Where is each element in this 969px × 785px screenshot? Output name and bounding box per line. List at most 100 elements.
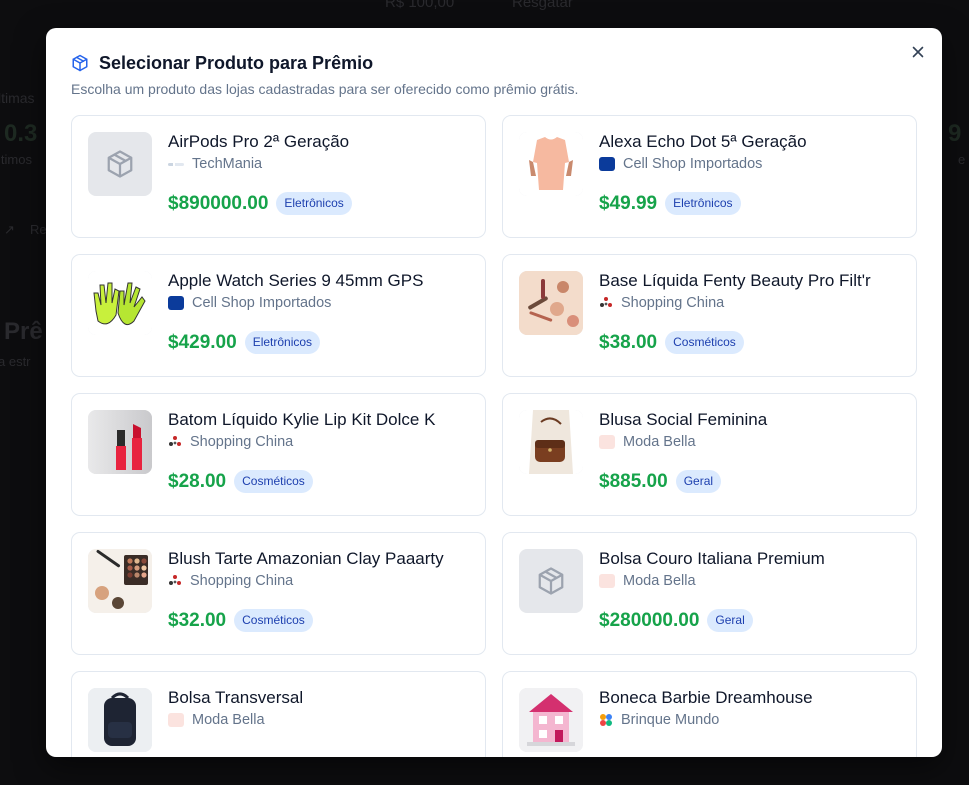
bg-left-caption: ltimos: [0, 152, 32, 167]
store-logo: [168, 574, 182, 588]
store-info: Shopping China: [168, 573, 293, 589]
close-icon: [912, 46, 924, 58]
store-info: Shopping China: [168, 434, 293, 450]
product-price: $32.00: [168, 609, 227, 631]
category-badge: Geral: [707, 609, 753, 632]
product-image: [519, 688, 583, 752]
store-info: Moda Bella: [168, 712, 265, 728]
bg-left-link: Re: [30, 222, 47, 237]
bg-left-label: ltimas: [0, 90, 35, 106]
store-info: Moda Bella: [599, 573, 696, 589]
product-name: Blusa Social Feminina: [599, 410, 768, 429]
category-badge: Eletrônicos: [665, 192, 741, 215]
product-card[interactable]: Batom Líquido Kylie Lip Kit Dolce K Shopp…: [71, 393, 486, 516]
product-price: $28.00: [168, 470, 227, 492]
product-image: [519, 410, 583, 474]
product-card[interactable]: Boneca Barbie Dreamhouse Brinque Mundo: [502, 671, 917, 757]
product-image: [88, 410, 152, 474]
store-name: TechMania: [192, 156, 263, 172]
product-name: Alexa Echo Dot 5ª Geração: [599, 132, 807, 151]
store-name: Shopping China: [190, 434, 294, 450]
product-card[interactable]: Bolsa Transversal Moda Bella: [71, 671, 486, 757]
store-name: Moda Bella: [623, 434, 696, 450]
bg-top-status: Resgatar: [512, 0, 573, 11]
price-row: $280000.00 Geral: [599, 609, 753, 632]
product-grid: AirPods Pro 2ª Geração TechMania $890000.0…: [71, 115, 917, 757]
dialog-header: Selecionar Produto para Prêmio Escolha u…: [71, 51, 917, 98]
category-badge: Cosméticos: [234, 609, 313, 632]
bg-trend-icon: ↗: [4, 222, 15, 237]
store-name: Shopping China: [190, 573, 294, 589]
category-badge: Eletrônicos: [276, 192, 352, 215]
category-badge: Cosméticos: [665, 331, 744, 354]
bg-left-sub: a estr: [0, 354, 31, 369]
bg-left-value: 0.3: [4, 120, 38, 147]
store-info: Shopping China: [599, 295, 724, 311]
store-logo: [168, 713, 184, 727]
store-name: Cell Shop Importados: [192, 295, 332, 311]
store-logo: [599, 574, 615, 588]
product-price: $885.00: [599, 470, 668, 492]
price-row: $890000.00 Eletrônicos: [168, 192, 352, 215]
price-row: $28.00 Cosméticos: [168, 470, 313, 493]
store-logo: [599, 713, 613, 727]
product-price: $280000.00: [599, 609, 700, 631]
product-image: [88, 271, 152, 335]
product-card[interactable]: Bolsa Couro Italiana Premium Moda Bella $2…: [502, 532, 917, 655]
store-logo: [599, 296, 613, 310]
store-logo: [168, 162, 184, 166]
product-price: $890000.00: [168, 192, 269, 214]
price-row: $32.00 Cosméticos: [168, 609, 313, 632]
store-name: Cell Shop Importados: [623, 156, 763, 172]
product-name: Batom Líquido Kylie Lip Kit Dolce K: [168, 410, 436, 429]
store-logo: [599, 435, 615, 449]
store-name: Brinque Mundo: [621, 712, 720, 728]
store-info: TechMania: [168, 156, 262, 172]
price-row: $38.00 Cosméticos: [599, 331, 744, 354]
product-image: [519, 132, 583, 196]
product-name: Apple Watch Series 9 45mm GPS: [168, 271, 424, 290]
store-name: Shopping China: [621, 295, 725, 311]
product-price: $429.00: [168, 331, 237, 353]
select-prize-dialog: Selecionar Produto para Prêmio Escolha u…: [46, 28, 942, 757]
store-info: Moda Bella: [599, 434, 696, 450]
package-icon: [88, 132, 152, 196]
category-badge: Geral: [675, 470, 722, 493]
store-info: Cell Shop Importados: [599, 156, 762, 172]
product-price: $49.99: [599, 192, 658, 214]
product-card[interactable]: Base Líquida Fenty Beauty Pro Filt'r Shop…: [502, 254, 917, 377]
store-logo: [599, 157, 615, 171]
bg-left-heading: Prê: [4, 318, 43, 345]
category-badge: Cosméticos: [234, 470, 313, 493]
store-name: Moda Bella: [623, 573, 696, 589]
bg-right-value: 9: [948, 120, 962, 147]
bg-right-caption: e: [958, 152, 966, 167]
close-button[interactable]: [908, 42, 928, 62]
product-name: Blush Tarte Amazonian Clay Paaarty: [168, 549, 444, 568]
product-image: [88, 688, 152, 752]
package-icon: [519, 549, 583, 613]
store-info: Brinque Mundo: [599, 712, 719, 728]
price-row: $429.00 Eletrônicos: [168, 331, 321, 354]
category-badge: Eletrônicos: [244, 331, 321, 354]
bg-top-value: R$ 100,00: [385, 0, 455, 11]
product-image: [88, 549, 152, 613]
product-image: [519, 271, 583, 335]
dialog-title: Selecionar Produto para Prêmio: [99, 52, 374, 73]
product-card[interactable]: Apple Watch Series 9 45mm GPS Cell Shop I…: [71, 254, 486, 377]
store-logo: [168, 435, 182, 449]
product-card[interactable]: Alexa Echo Dot 5ª Geração Cell Shop Impor…: [502, 115, 917, 238]
product-name: AirPods Pro 2ª Geração: [168, 132, 350, 151]
product-card[interactable]: AirPods Pro 2ª Geração TechMania $890000.0…: [71, 115, 486, 238]
store-name: Moda Bella: [192, 712, 265, 728]
product-name: Bolsa Couro Italiana Premium: [599, 549, 825, 568]
store-logo: [168, 296, 184, 310]
package-icon: [71, 54, 89, 72]
price-row: $49.99 Eletrônicos: [599, 192, 741, 215]
product-name: Boneca Barbie Dreamhouse: [599, 688, 813, 707]
dialog-subtitle: Escolha um produto das lojas cadastradas…: [71, 81, 579, 97]
product-card[interactable]: Blusa Social Feminina Moda Bella $885.00 Ge…: [502, 393, 917, 516]
product-name: Base Líquida Fenty Beauty Pro Filt'r: [599, 271, 871, 290]
product-card[interactable]: Blush Tarte Amazonian Clay Paaarty Shoppi…: [71, 532, 486, 655]
price-row: $885.00 Geral: [599, 470, 722, 493]
